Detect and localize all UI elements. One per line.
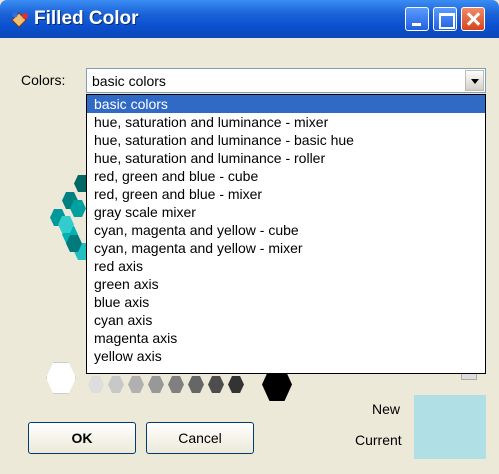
chevron-down-icon[interactable] bbox=[465, 70, 484, 91]
gray-hex-cell[interactable] bbox=[108, 376, 124, 393]
dropdown-option[interactable]: blue axis bbox=[87, 293, 485, 311]
title-bar[interactable]: Filled Color bbox=[0, 0, 499, 38]
close-button[interactable] bbox=[461, 7, 485, 31]
current-color-swatch bbox=[414, 395, 486, 459]
dropdown-option[interactable]: magenta axis bbox=[87, 329, 485, 347]
gray-hex-cell[interactable] bbox=[128, 376, 144, 393]
dropdown-option[interactable]: cyan, magenta and yellow - cube bbox=[87, 221, 485, 239]
ok-button[interactable]: OK bbox=[28, 422, 136, 454]
dropdown-option[interactable]: hue, saturation and luminance - roller bbox=[87, 149, 485, 167]
colors-label: Colors: bbox=[21, 72, 66, 88]
gray-hex-cell[interactable] bbox=[148, 376, 164, 393]
gray-hex-cell[interactable] bbox=[168, 376, 184, 393]
maximize-button[interactable] bbox=[433, 7, 457, 31]
filled-color-dialog: Filled Color Colors: basic colors basic … bbox=[0, 0, 499, 474]
dropdown-option[interactable]: red, green and blue - cube bbox=[87, 167, 485, 185]
colors-combobox[interactable]: basic colors bbox=[86, 68, 486, 93]
dropdown-option[interactable]: yellow axis bbox=[87, 347, 485, 365]
combo-selected-value: basic colors bbox=[92, 73, 166, 89]
minimize-button[interactable] bbox=[405, 7, 429, 31]
paint-bucket-icon bbox=[11, 12, 28, 28]
dropdown-option[interactable]: gray scale mixer bbox=[87, 203, 485, 221]
colors-dropdown-list[interactable]: basic colors hue, saturation and luminanc… bbox=[86, 94, 486, 374]
white-hex-swatch[interactable] bbox=[46, 362, 76, 394]
current-color-label: Current bbox=[355, 432, 402, 448]
dropdown-option[interactable]: basic colors bbox=[87, 95, 485, 113]
gray-hex-cell[interactable] bbox=[88, 376, 104, 393]
window-title: Filled Color bbox=[34, 8, 139, 29]
dropdown-option[interactable]: hue, saturation and luminance - mixer bbox=[87, 113, 485, 131]
dropdown-option[interactable]: red, green and blue - mixer bbox=[87, 185, 485, 203]
dropdown-option[interactable]: red axis bbox=[87, 257, 485, 275]
gray-hex-cell[interactable] bbox=[188, 376, 204, 393]
cancel-button[interactable]: Cancel bbox=[146, 422, 254, 454]
dropdown-option[interactable]: cyan, magenta and yellow - mixer bbox=[87, 239, 485, 257]
gray-hex-cell[interactable] bbox=[208, 376, 224, 393]
dropdown-option[interactable]: green axis bbox=[87, 275, 485, 293]
new-color-label: New bbox=[372, 401, 401, 417]
dropdown-option[interactable]: hue, saturation and luminance - basic hu… bbox=[87, 131, 485, 149]
gray-hex-cell[interactable] bbox=[228, 376, 244, 393]
dropdown-option[interactable]: cyan axis bbox=[87, 311, 485, 329]
